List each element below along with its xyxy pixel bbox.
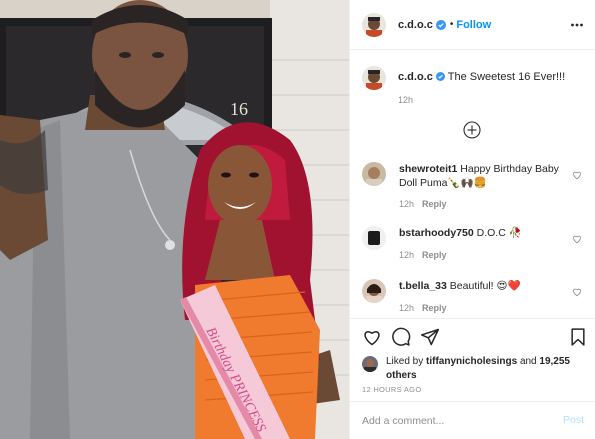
verified-badge-icon [435,19,446,30]
share-icon[interactable] [420,327,440,347]
avatar-image [362,356,378,372]
caption-text: c.d.o.c The Sweetest 16 Ever!!! [398,66,565,90]
heart-icon[interactable] [572,170,582,180]
caption-username[interactable]: c.d.o.c [398,71,433,83]
avatar-image [362,226,386,250]
caption-time: 12h [398,95,414,105]
comment-input[interactable] [362,412,542,430]
likes-joiner: and [519,356,537,367]
author-username[interactable]: c.d.o.c [398,19,433,31]
load-more-comments-icon[interactable] [463,121,481,139]
comment-meta: 12h Reply [399,303,447,313]
comment-composer: Post [350,401,595,439]
post-comment-button[interactable]: Post [563,414,584,426]
author-avatar[interactable] [362,12,386,37]
avatar-image [362,162,386,186]
comment-time: 12h [399,199,415,209]
post-photo[interactable]: 16 Birthday PRINCESS [0,0,349,439]
reply-button[interactable]: Reply [422,250,447,260]
follow-button[interactable]: Follow [456,19,491,31]
likes-summary: Liked by tiffanynicholesings and 19,255 … [362,355,576,383]
comment-text: D.O.C 🥀 [476,227,522,239]
comment-time: 12h [399,250,415,260]
reply-button[interactable]: Reply [422,303,447,313]
more-options-icon[interactable] [570,18,584,32]
likes-prefix: Liked by [386,356,424,367]
comment-body: shewroteit1 Happy Birthday Baby Doll Pum… [399,162,559,190]
commenter-username[interactable]: shewroteit1 [399,163,457,175]
commenter-avatar[interactable] [362,162,386,186]
heart-icon[interactable] [362,327,382,347]
avatar-image [362,12,386,37]
comment-text: Beautiful! 😍❤️ [449,280,521,292]
likes-text: Liked by tiffanynicholesings and 19,255 … [386,355,576,383]
comment-icon[interactable] [391,327,411,347]
comment-body: bstarhoody750 D.O.C 🥀 [399,226,559,240]
liker-username[interactable]: tiffanynicholesings [426,356,517,367]
comment-time: 12h [399,303,415,313]
post-actions: Liked by tiffanynicholesings and 19,255 … [350,318,595,438]
avatar-image [362,279,386,303]
verified-badge-icon [435,72,445,81]
commenter-avatar[interactable] [362,226,386,250]
caption-body: The Sweetest 16 Ever!!! [447,71,566,83]
caption-avatar[interactable] [362,66,386,90]
comment-item: shewroteit1 Happy Birthday Baby Doll Pum… [362,162,584,212]
liker-avatar[interactable] [362,356,378,372]
commenter-username[interactable]: t.bella_33 [399,280,447,292]
comment-meta: 12h Reply [399,250,447,260]
bookmark-icon[interactable] [568,327,588,347]
photo-illustration: 16 Birthday PRINCESS [0,0,349,439]
comment-body: t.bella_33 Beautiful! 😍❤️ [399,279,559,293]
post-header: c.d.o.c • Follow [350,0,595,50]
door-number: 16 [230,99,248,119]
post-caption: c.d.o.c The Sweetest 16 Ever!!! [362,66,565,90]
comments-section: c.d.o.c The Sweetest 16 Ever!!! 12h shew… [350,50,595,318]
commenter-avatar[interactable] [362,279,386,303]
heart-icon[interactable] [572,234,582,244]
comment-item: bstarhoody750 D.O.C 🥀 12h Reply [362,226,584,262]
commenter-username[interactable]: bstarhoody750 [399,227,474,239]
reply-button[interactable]: Reply [422,199,447,209]
post-timestamp[interactable]: 12 HOURS AGO [362,385,421,394]
comment-item: t.bella_33 Beautiful! 😍❤️ 12h Reply [362,279,584,315]
header-separator: • [449,19,454,30]
post-side-panel: c.d.o.c • Follow c.d.o.c The Sweetest 16… [349,0,595,439]
comment-meta: 12h Reply [399,199,447,209]
avatar-image [362,66,386,90]
heart-icon[interactable] [572,287,582,297]
